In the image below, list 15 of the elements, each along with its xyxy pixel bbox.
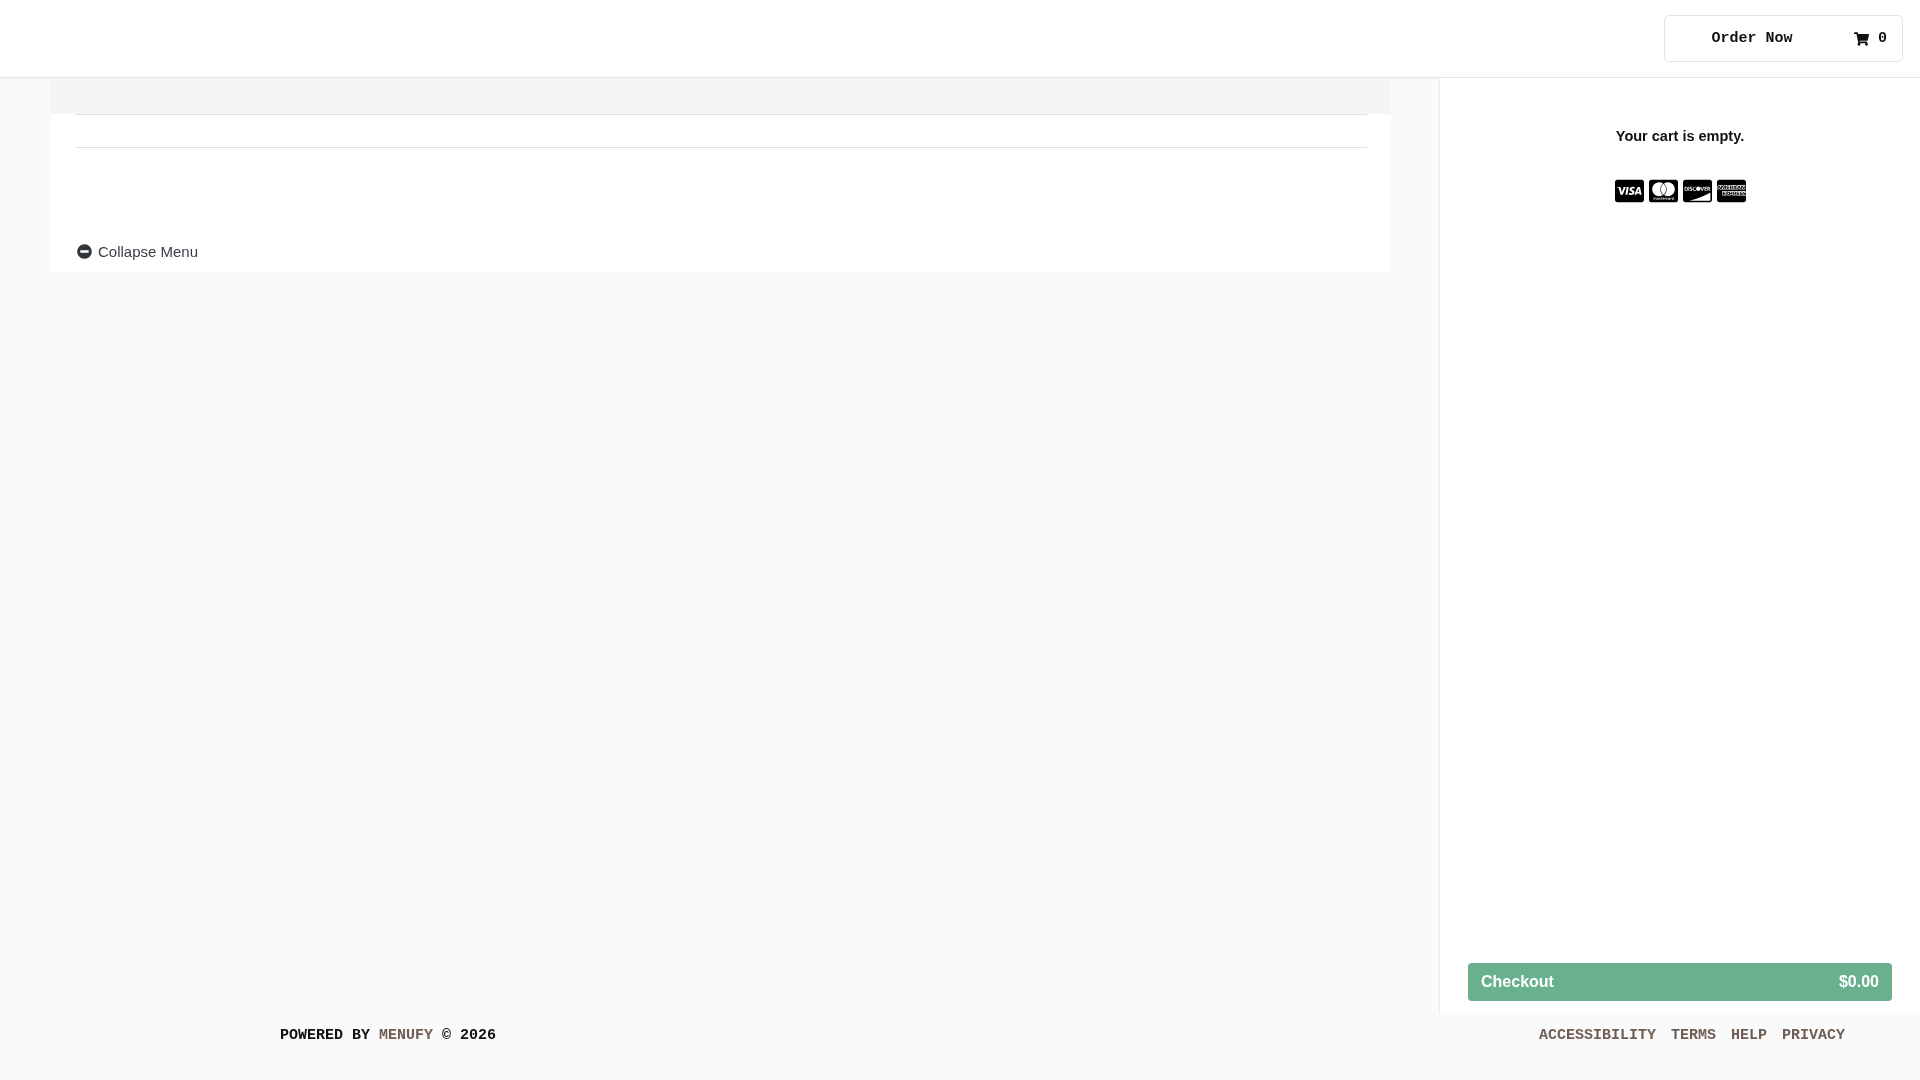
brand-link[interactable]: MENUFY <box>379 1027 434 1044</box>
footer-link[interactable]: HELP <box>1730 1027 1767 1045</box>
footer-link[interactable]: TERMS <box>1670 1027 1716 1045</box>
mastercard-icon <box>1648 178 1678 204</box>
amex-card-icon <box>1716 178 1746 204</box>
footer-link[interactable]: ACCESSIBILITY <box>1538 1027 1656 1045</box>
cart-button[interactable]: 0 <box>1839 16 1902 61</box>
collapse-menu-button[interactable]: Collapse Menu <box>77 242 199 260</box>
cart-icon <box>1854 31 1869 46</box>
discover-card-icon <box>1682 178 1712 204</box>
footer-link[interactable]: PRIVACY <box>1782 1027 1845 1045</box>
visa-card-icon <box>1614 178 1644 204</box>
empty-cart-message: Your cart is empty. <box>1615 127 1745 145</box>
powered-by-credit: POWERED BY MENUFY © 2026 <box>280 1027 497 1045</box>
order-now-button[interactable]: Order Now <box>1665 16 1839 61</box>
